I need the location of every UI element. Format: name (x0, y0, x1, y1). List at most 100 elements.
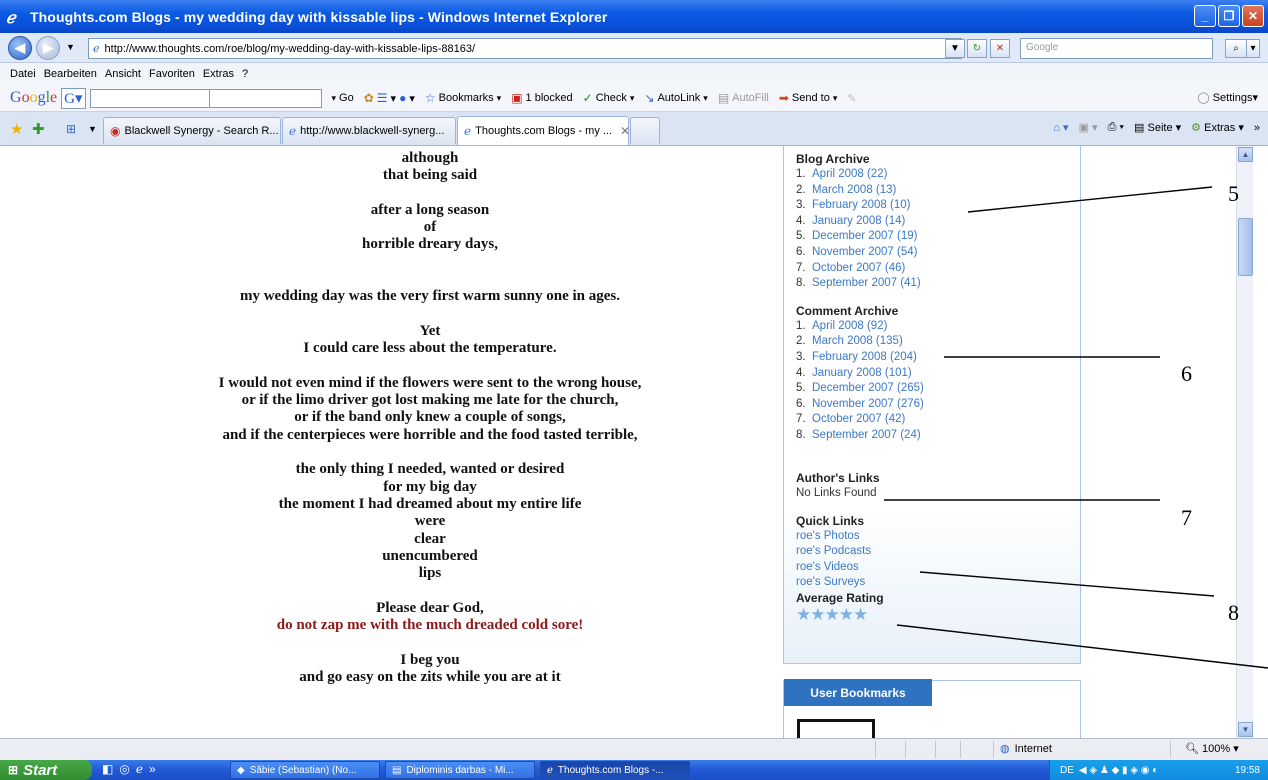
feeds-icon[interactable]: ▣ ▾ (1079, 121, 1098, 134)
bookmarks-button[interactable]: ☆ Bookmarks ▾ (425, 91, 501, 105)
maximize-button[interactable]: ❐ (1218, 5, 1240, 27)
favorites-star-icon[interactable]: ★ (10, 120, 23, 138)
tray-icons[interactable]: ◀ ◈ ♟ ◆ ▮ ◈ ◉ ◐ (1079, 765, 1158, 776)
vertical-scrollbar[interactable]: ▲ ▼ (1236, 146, 1253, 738)
rating-stars[interactable]: ★★★★★ (796, 606, 1080, 623)
task-messenger[interactable]: ◆ Săbie (Sebastian) (No... (230, 761, 380, 779)
menu-item-favoriten[interactable]: Favoriten (149, 68, 195, 80)
comment-archive-link[interactable]: March 2008 (135) (812, 335, 903, 347)
add-favorite-icon[interactable]: ✚ (32, 120, 45, 138)
menu-item-bearbeiten[interactable]: Bearbeiten (44, 68, 97, 80)
blog-archive-link[interactable]: April 2008 (22) (812, 168, 887, 180)
quick-tabs-icon[interactable]: ⊞ (66, 122, 76, 136)
gear-icon: ⚙ (1191, 122, 1202, 134)
task-ie[interactable]: ℯ Thoughts.com Blogs -... (540, 761, 690, 779)
menu-item-datei[interactable]: Datei (10, 68, 36, 80)
poem-line (180, 271, 680, 288)
blog-archive-item-number: 8. (796, 277, 806, 290)
quick-link-videos[interactable]: roe's Videos (796, 560, 1080, 576)
menu-item-ansicht[interactable]: Ansicht (105, 68, 141, 80)
language-indicator[interactable]: DE (1060, 765, 1074, 776)
toolbar-icons[interactable]: ✿ ☰ ▾ ● ▾ (364, 91, 415, 105)
comment-archive-item-number: 2. (796, 335, 806, 348)
address-dropdown-button[interactable]: ▼ (945, 39, 965, 58)
google-menu-button[interactable]: G▾ (61, 87, 86, 109)
refresh-icon[interactable]: ↻ (967, 39, 987, 58)
blog-archive-link[interactable]: December 2007 (19) (812, 230, 917, 242)
google-search-input[interactable] (89, 88, 210, 108)
history-dropdown-icon[interactable]: ▼ (66, 42, 75, 52)
highlight-icon[interactable]: ✎ (847, 92, 856, 105)
scroll-thumb[interactable] (1238, 218, 1253, 276)
tab-blackwell-search[interactable]: ◉ Blackwell Synergy - Search R... (103, 117, 281, 144)
address-bar[interactable]: ℯ http://www.thoughts.com/roe/blog/my-we… (88, 38, 962, 59)
user-bookmarks-tab[interactable]: User Bookmarks (784, 679, 932, 706)
autolink-button[interactable]: ↘ AutoLink ▾ (644, 91, 707, 105)
google-search-input-ext[interactable] (209, 88, 322, 108)
ie-icon[interactable]: ℯ (136, 762, 143, 776)
new-tab-button[interactable] (630, 117, 660, 144)
blog-archive-link[interactable]: January 2008 (14) (812, 215, 905, 227)
blog-archive-link[interactable]: March 2008 (13) (812, 184, 896, 196)
close-button[interactable]: ✕ (1242, 5, 1264, 27)
menu-item-extras[interactable]: Extras (203, 68, 234, 80)
quick-link-photos[interactable]: roe's Photos (796, 529, 1080, 545)
poem-line: the only thing I needed, wanted or desir… (295, 461, 565, 478)
bookmark-thumbnail[interactable] (797, 719, 875, 738)
google-go-button[interactable]: ▾ Go (332, 92, 354, 104)
home-icon[interactable]: ⌂ ▾ (1053, 121, 1068, 134)
comment-archive-link[interactable]: December 2007 (265) (812, 382, 924, 394)
star-icon: ☆ (424, 91, 436, 105)
autofill-button[interactable]: ▤ AutoFill (718, 91, 769, 105)
close-tab-icon[interactable]: ✕ (620, 124, 628, 138)
poem-line: I could care less about the temperature. (303, 340, 557, 357)
blog-archive-link[interactable]: February 2008 (10) (812, 199, 910, 211)
search-input[interactable]: Google (1020, 38, 1213, 59)
firefox-icon[interactable]: ◎ (119, 762, 129, 776)
tab-thoughts-blog[interactable]: ℯThoughts.com Blogs - my ...✕ (457, 116, 629, 145)
messenger-icon: ◆ (237, 764, 245, 776)
popup-blocked-button[interactable]: ▣ 1 blocked (511, 91, 572, 105)
comment-archive-link[interactable]: November 2007 (276) (812, 398, 924, 410)
comment-archive-link[interactable]: September 2007 (24) (812, 429, 921, 441)
minimize-button[interactable]: _ (1194, 5, 1216, 27)
search-icon[interactable]: ⌕ (1225, 39, 1247, 58)
more-quicklaunch-icon[interactable]: » (149, 762, 156, 776)
print-icon[interactable]: ⎙ ▾ (1108, 121, 1124, 134)
page-menu-button[interactable]: ▤ Seite ▾ (1134, 121, 1181, 134)
comment-archive-link[interactable]: October 2007 (42) (812, 413, 905, 425)
poem-line (180, 358, 680, 375)
menu-item-help[interactable]: ? (242, 68, 248, 80)
forward-button[interactable]: ▶ (36, 36, 60, 60)
send-to-button[interactable]: ➡ Send to ▾ (779, 91, 838, 105)
desktop-icon[interactable]: ◧ (102, 762, 113, 776)
start-button[interactable]: ⊞ Start (0, 760, 92, 780)
blog-archive-link[interactable]: November 2007 (54) (812, 246, 917, 258)
blog-archive-link[interactable]: October 2007 (46) (812, 262, 905, 274)
zoom-level[interactable]: 🔍︎ 100% ▾ (1185, 742, 1239, 755)
blog-archive-item-number: 6. (796, 245, 806, 258)
stop-icon[interactable]: ✕ (990, 39, 1010, 58)
blog-archive-item: 4. January 2008 (14) (796, 214, 1080, 230)
settings-button[interactable]: ◯ Settings▾ (1197, 91, 1258, 104)
page-menu-icon: ▤ (1134, 122, 1145, 134)
quick-link-surveys[interactable]: roe's Surveys (796, 575, 1080, 591)
comment-archive-link[interactable]: January 2008 (101) (812, 367, 912, 379)
blog-archive-link[interactable]: September 2007 (41) (812, 277, 921, 289)
popup-blocker-icon: ▣ (511, 91, 523, 105)
comment-archive-link[interactable]: April 2008 (92) (812, 320, 887, 332)
tab-list-icon[interactable]: ▼ (88, 124, 97, 134)
scroll-down-icon[interactable]: ▼ (1238, 722, 1253, 737)
blog-archive-item: 3. February 2008 (10) (796, 198, 1080, 214)
task-word[interactable]: ▤ Diplominis darbas - Mi... (385, 761, 535, 779)
comment-archive-link[interactable]: February 2008 (204) (812, 351, 917, 363)
spell-check-button[interactable]: ✓ Check ▾ (583, 91, 635, 105)
quick-link-podcasts[interactable]: roe's Podcasts (796, 544, 1080, 560)
search-options-icon[interactable]: ▾ (1246, 39, 1260, 58)
scroll-up-icon[interactable]: ▲ (1238, 147, 1253, 162)
tab-blackwell-url[interactable]: ℯ http://www.blackwell-synerg... (282, 117, 456, 144)
back-button[interactable]: ◀ (8, 36, 32, 60)
more-commands-icon[interactable]: » (1254, 122, 1260, 134)
security-zone[interactable]: ◍ Internet (1000, 742, 1052, 756)
tools-menu-button[interactable]: ⚙ Extras ▾ (1191, 121, 1244, 134)
